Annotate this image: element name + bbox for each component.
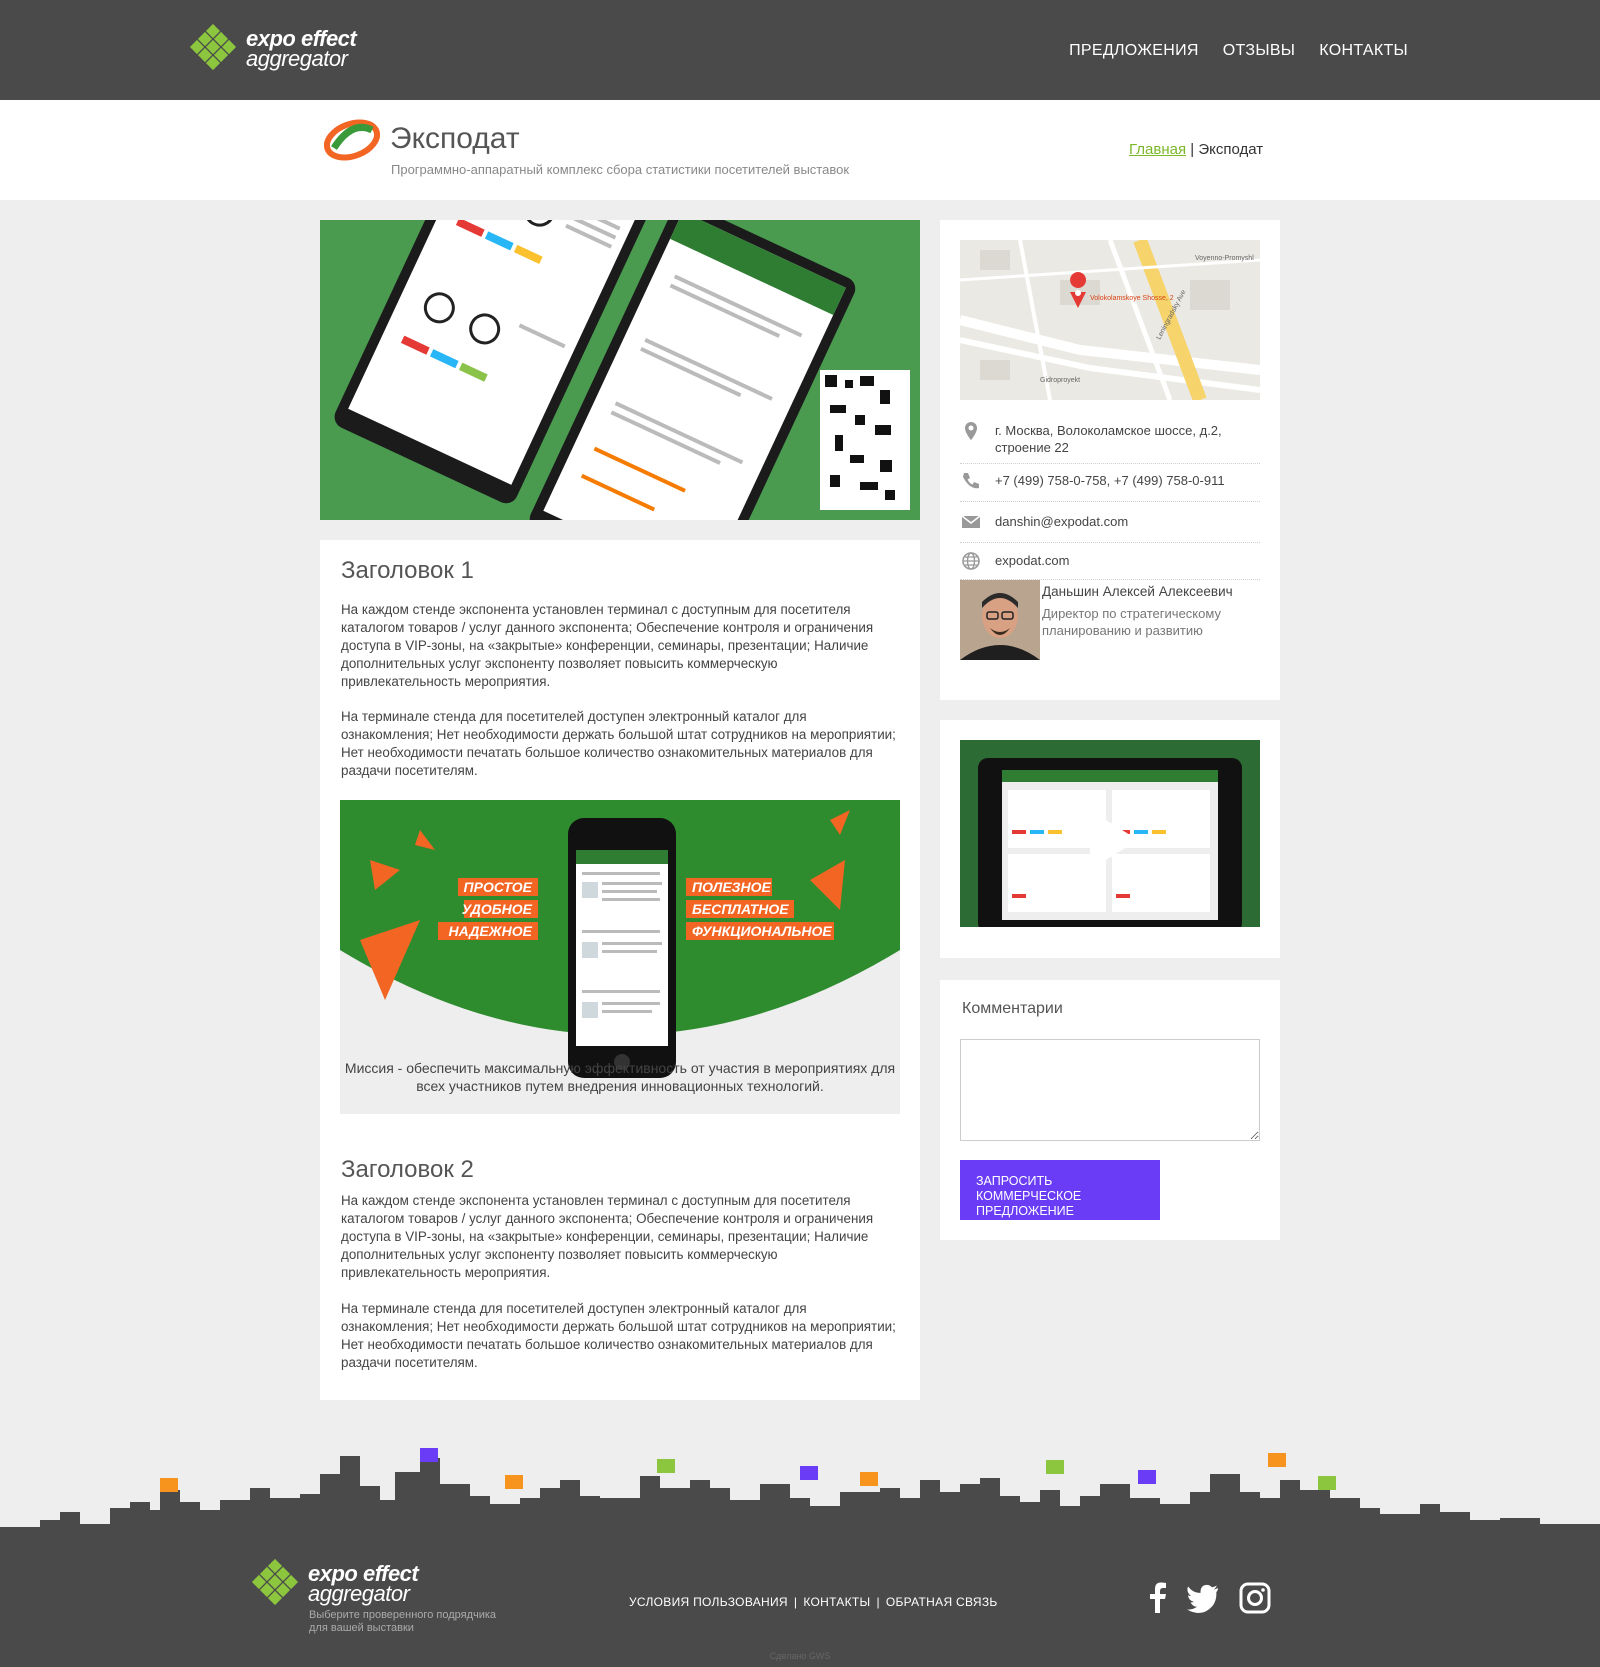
person-role: Директор по стратегическому планированию… [1042, 606, 1221, 638]
video-player[interactable] [960, 740, 1260, 927]
comments-title: Комментарии [962, 1000, 1063, 1017]
mail-icon [961, 515, 981, 528]
nav-offers[interactable]: ПРЕДЛОЖЕНИЯ [1069, 42, 1199, 60]
article-paragraph: На терминале стенда для посетителей дост… [341, 1301, 896, 1370]
breadcrumb-home[interactable]: Главная [1129, 141, 1186, 158]
facebook-icon[interactable] [1139, 1579, 1177, 1617]
promo-word: ФУНКЦИОНАЛЬНОЕ [692, 923, 832, 939]
breadcrumb-separator: | [1190, 141, 1195, 158]
promo-word: ПОЛЕЗНОЕ [692, 879, 772, 895]
footer-links: УСЛОВИЯ ПОЛЬЗОВАНИЯ | КОНТАКТЫ | ОБРАТНАЯ СВ… [629, 1595, 998, 1609]
location-pin-icon [965, 422, 977, 440]
location-map[interactable]: Volokolamskoye Shosse, 2 Leningradsky Av… [960, 240, 1260, 400]
logo-text-line2: aggregator [308, 1581, 410, 1606]
video-thumbnail [960, 740, 1260, 927]
contact-card: Volokolamskoye Shosse, 2 Leningradsky Av… [940, 220, 1280, 700]
promo-word: ПРОСТОЕ [464, 879, 533, 895]
contact-phone: +7 (499) 758-0-758, +7 (499) 758-0-911 [960, 470, 1260, 502]
map-illustration: Volokolamskoye Shosse, 2 Leningradsky Av… [960, 240, 1260, 400]
person-portrait [960, 580, 1040, 660]
hero-phones-illustration [320, 220, 920, 520]
address-text: г. Москва, Волоколамское шоссе, д.2, стр… [995, 423, 1222, 455]
avatar [960, 580, 1040, 660]
video-card [940, 720, 1280, 958]
page-subtitle: Программно-аппаратный комплекс сбора ста… [391, 162, 850, 177]
comments-card: Комментарии ЗАПРОСИТЬ КОММЕРЧЕСКОЕ ПРЕДЛ… [940, 980, 1280, 1240]
logo-diamond-icon [251, 1559, 299, 1606]
promo-banner: ПРОСТОЕ УДОБНОЕ НАДЕЖНОЕ ПОЛЕЗНОЕ БЕСПЛА… [340, 800, 900, 1114]
main-nav: ПРЕДЛОЖЕНИЯ ОТЗЫВЫ КОНТАКТЫ [1069, 42, 1408, 60]
logo-diamond-icon [189, 24, 237, 71]
map-label: Volokolamskoye Shosse, 2 [1090, 295, 1174, 302]
site-logo[interactable]: expo effect aggregator [188, 22, 388, 78]
article-paragraph: На терминале стенда для посетителей дост… [341, 709, 896, 778]
footer-link-feedback[interactable]: ОБРАТНАЯ СВЯЗЬ [886, 1595, 998, 1609]
footer-link-terms[interactable]: УСЛОВИЯ ПОЛЬЗОВАНИЯ [629, 1595, 788, 1609]
top-header: expo effect aggregator ПРЕДЛОЖЕНИЯ ОТЗЫВ… [0, 0, 1600, 100]
comment-textarea[interactable] [960, 1039, 1260, 1141]
hero-image [320, 220, 920, 520]
contact-email: danshin@expodat.com [960, 511, 1260, 543]
footer-tagline: Выберите проверенного подрядчика для ваш… [309, 1609, 497, 1634]
phone-text[interactable]: +7 (499) 758-0-758, +7 (499) 758-0-911 [995, 472, 1225, 489]
page-title-band: Эксподат Программно-аппаратный комплекс … [0, 100, 1600, 200]
footer-skyline [40, 1448, 1600, 1530]
email-link[interactable]: danshin@expodat.com [995, 513, 1128, 530]
footer-logo[interactable]: expo effect aggregator [250, 1557, 450, 1613]
phone-icon [963, 473, 979, 489]
promo-word: БЕСПЛАТНОЕ [692, 901, 789, 917]
article-card: Заголовок 1 На каждом стенде экспонента … [320, 540, 920, 1400]
promo-word: УДОБНОЕ [462, 901, 533, 917]
nav-reviews[interactable]: ОТЗЫВЫ [1223, 42, 1296, 60]
site-footer: expo effect aggregator Выберите проверен… [0, 1527, 1600, 1667]
logo-text-line2: aggregator [246, 46, 348, 71]
contact-site: expodat.com [960, 550, 1260, 580]
instagram-icon[interactable] [1236, 1579, 1274, 1617]
company-logo-icon [324, 119, 380, 161]
article-heading-1: Заголовок 1 [341, 557, 474, 584]
article-heading-2: Заголовок 2 [341, 1156, 474, 1183]
footer-link-contacts[interactable]: КОНТАКТЫ [803, 1595, 870, 1609]
article-paragraph: На каждом стенде экспонента установлен т… [341, 602, 874, 689]
promo-caption: Миссия - обеспечить максимальную эффекти… [344, 1060, 896, 1094]
contact-address: г. Москва, Волоколамское шоссе, д.2, стр… [960, 420, 1260, 464]
person-name: Даньшин Алексей Алексеевич [1042, 584, 1233, 599]
promo-word: НАДЕЖНОЕ [448, 923, 532, 939]
breadcrumb: Главная | Эксподат [1129, 141, 1263, 158]
twitter-icon[interactable] [1184, 1579, 1222, 1617]
footer-credit: Сделано GWS [769, 1651, 831, 1661]
site-link[interactable]: expodat.com [995, 552, 1069, 569]
map-label: Voyenno-Promyshl [1195, 255, 1254, 262]
breadcrumb-current: Эксподат [1198, 141, 1264, 158]
request-offer-button[interactable]: ЗАПРОСИТЬ КОММЕРЧЕСКОЕ ПРЕДЛОЖЕНИЕ [960, 1160, 1160, 1220]
article-paragraph: На каждом стенде экспонента установлен т… [341, 1193, 874, 1280]
map-label: Gidroproyekt [1040, 377, 1080, 384]
page-title: Эксподат [390, 122, 520, 155]
globe-icon [962, 552, 980, 570]
nav-contacts[interactable]: КОНТАКТЫ [1319, 42, 1408, 60]
